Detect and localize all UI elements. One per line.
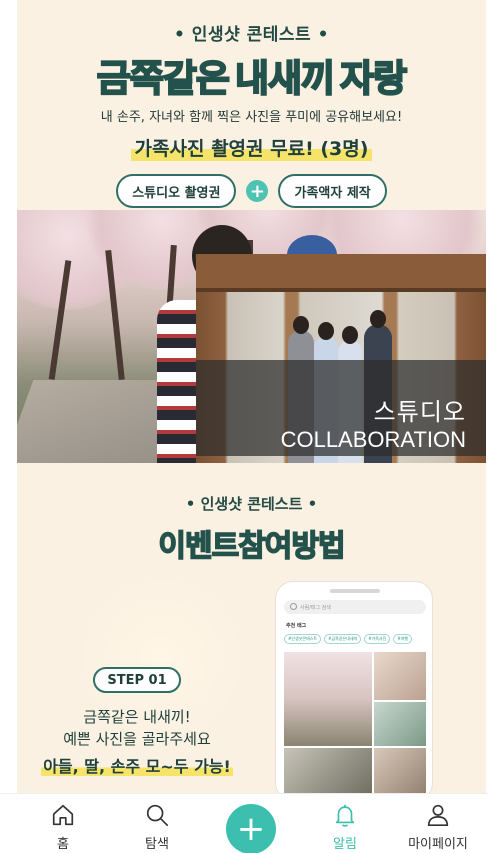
step-badge: STEP 01 (93, 667, 181, 693)
photo-thumbnail (374, 652, 426, 700)
bell-icon (335, 804, 355, 827)
studio-voucher-chip: 스튜디오 촬영권 (116, 174, 237, 208)
photo-thumbnail (374, 702, 426, 746)
event-title-part1: 이벤트 (158, 528, 240, 565)
tab-home-label: 홈 (57, 837, 69, 852)
title-part3: 자랑 (339, 56, 408, 101)
title-part2: 내새끼 (234, 56, 336, 101)
step-highlight: 아들, 딸, 손주 모~두 가능! (41, 757, 233, 776)
tab-notifications[interactable]: 알림 (305, 802, 385, 852)
tab-search[interactable]: 탐색 (117, 802, 197, 852)
title-part1: 금쪽같은 (96, 56, 231, 101)
phone-tag: #금쪽같은내새끼 (324, 634, 362, 644)
event-title-part2: 참여방법 (237, 528, 346, 565)
phone-search-bar: 사람/태그 검색 (284, 600, 426, 614)
phone-tag: #인생샷콘테스트 (284, 634, 322, 644)
event-title: 이벤트참여방법 (17, 521, 486, 565)
studio-caption-line2: COLLABORATION (280, 427, 466, 452)
tab-mypage-label: 마이페이지 (408, 837, 468, 852)
event-pill-title: • 인생샷 콘테스트 • (185, 495, 318, 513)
phone-tag: #가족사진 (364, 634, 391, 644)
tab-home[interactable]: 홈 (23, 802, 103, 852)
phone-photo-grid (284, 652, 426, 800)
contest-main-title: 금쪽같은 내새끼 자랑 (17, 48, 486, 102)
phone-tag-list: #인생샷콘테스트 #금쪽같은내새끼 #가족사진 #여행 (284, 634, 432, 644)
prize-chips: 스튜디오 촬영권 + 가족액자 제작 (17, 174, 486, 208)
search-icon (146, 804, 169, 827)
phone-mockup: 사람/태그 검색 추천 태그 #인생샷콘테스트 #금쪽같은내새끼 #가족사진 #… (275, 581, 433, 801)
search-icon (290, 603, 297, 610)
plus-icon: + (246, 180, 269, 202)
family-frame-chip: 가족액자 제작 (278, 174, 387, 208)
phone-section-label: 추천 태그 (286, 623, 307, 629)
add-post-button[interactable]: + (226, 804, 276, 853)
step-description-line1: 금쪽같은 내새끼! (83, 708, 191, 726)
contest-pill-title: • 인생샷 콘테스트 • (174, 25, 329, 45)
home-icon (52, 804, 74, 826)
tab-notifications-label: 알림 (333, 837, 357, 852)
user-icon (427, 804, 449, 827)
prize-highlight: 가족사진 촬영권 무료! (3명) (17, 134, 486, 161)
photo-thumbnail (284, 652, 372, 746)
phone-tag: #여행 (393, 634, 413, 644)
studio-collaboration-card[interactable]: 스튜디오 COLLABORATION (196, 254, 486, 489)
contest-subtitle: 내 손주, 자녀와 함께 찍은 사진을 푸미에 공유해보세요! (100, 110, 403, 125)
event-howto-section: • 인생샷 콘테스트 • 이벤트참여방법 STEP 01 금쪽같은 내새끼! 예… (17, 463, 486, 801)
tab-mypage[interactable]: 마이페이지 (398, 802, 478, 852)
tab-search-label: 탐색 (145, 837, 169, 852)
step-description-line2: 예쁜 사진을 골라주세요 (63, 730, 211, 748)
studio-caption-line1: 스튜디오 (373, 398, 466, 426)
